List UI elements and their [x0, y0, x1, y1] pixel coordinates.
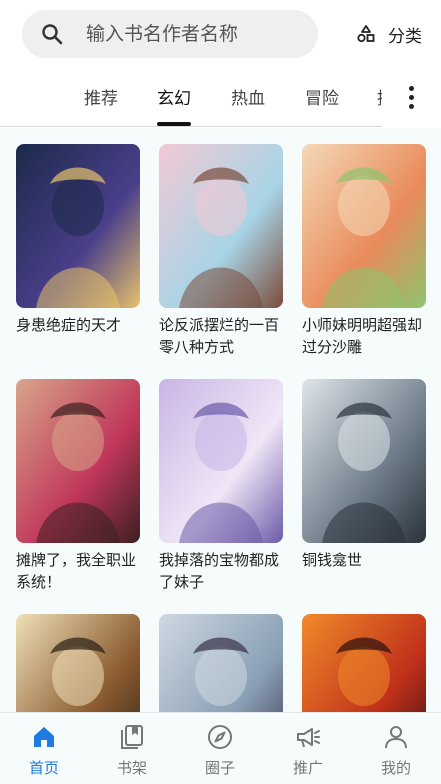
tab-comedy[interactable]: 搞 [377, 84, 382, 110]
nav-circle[interactable]: 圈子 [176, 713, 264, 784]
nav-profile[interactable]: 我的 [352, 713, 440, 784]
category-label: 分类 [388, 26, 422, 47]
nav-promote[interactable]: 推广 [264, 713, 352, 784]
bottom-navigation: 首页 书架 圈子 推广 我的 [0, 712, 441, 784]
megaphone-icon [297, 728, 320, 748]
comic-cover[interactable] [159, 144, 283, 308]
category-shapes-icon [357, 25, 375, 43]
tab-adventure[interactable]: 冒险 [305, 84, 339, 110]
bookshelf-icon [121, 725, 143, 749]
comic-grid[interactable]: 身患绝症的天才 论反派摆烂的一百零八种方式 小师妹明明超强却过分沙雕摊牌了，我全职业… [0, 128, 441, 712]
comic-cover[interactable] [159, 614, 283, 712]
comic-cover[interactable] [16, 614, 140, 712]
comic-title: 小师妹明明超强却过分沙雕 [302, 316, 423, 356]
comic-card[interactable] [302, 614, 426, 712]
comic-cover[interactable] [302, 379, 426, 543]
top-header: 分类 [0, 0, 441, 70]
nav-home-label: 首页 [28, 759, 59, 777]
comic-cover[interactable] [302, 144, 426, 308]
comic-card[interactable] [159, 614, 283, 712]
more-options-icon[interactable] [398, 82, 424, 118]
comic-cover[interactable] [302, 614, 426, 712]
tab-fantasy[interactable]: 玄幻 [157, 84, 191, 110]
comic-title: 身患绝症的天才 [16, 316, 122, 334]
comic-cover[interactable] [159, 379, 283, 543]
comic-cover[interactable] [16, 379, 140, 543]
comic-title: 我掉落的宝物都成了妹子 [159, 551, 280, 591]
tabs-divider [0, 126, 382, 127]
home-icon [34, 727, 54, 747]
comic-title: 论反派摆烂的一百零八种方式 [159, 316, 280, 356]
compass-icon [208, 725, 232, 749]
nav-circle-label: 圈子 [204, 759, 235, 777]
comic-card[interactable]: 论反派摆烂的一百零八种方式 [159, 144, 283, 358]
nav-profile-label: 我的 [380, 759, 411, 777]
nav-bookshelf[interactable]: 书架 [88, 713, 176, 784]
profile-icon [385, 726, 407, 749]
nav-promote-label: 推广 [292, 759, 323, 777]
search-input[interactable] [86, 18, 306, 50]
tab-hot-blood[interactable]: 热血 [231, 84, 265, 110]
nav-home[interactable]: 首页 [0, 713, 88, 784]
comic-card[interactable] [16, 614, 140, 712]
comic-card[interactable]: 小师妹明明超强却过分沙雕 [302, 144, 426, 358]
comic-card[interactable]: 身患绝症的天才 [16, 144, 140, 336]
tabs-scroll-area[interactable]: 推荐 玄幻 热血 冒险 搞 [0, 70, 382, 128]
genre-tabs: 推荐 玄幻 热血 冒险 搞 [0, 70, 441, 128]
nav-bookshelf-label: 书架 [116, 759, 147, 777]
comic-title: 铜钱龛世 [302, 551, 363, 569]
comic-cover[interactable] [16, 144, 140, 308]
comic-card[interactable]: 我掉落的宝物都成了妹子 [159, 379, 283, 593]
comic-card[interactable]: 摊牌了，我全职业系统！ [16, 379, 140, 593]
tab-recommend[interactable]: 推荐 [84, 84, 118, 110]
search-bar[interactable] [22, 10, 318, 58]
category-button[interactable]: 分类 [356, 20, 428, 48]
comic-title: 摊牌了，我全职业系统！ [16, 551, 137, 591]
comic-card[interactable]: 铜钱龛世 [302, 379, 426, 571]
search-icon [42, 24, 63, 45]
